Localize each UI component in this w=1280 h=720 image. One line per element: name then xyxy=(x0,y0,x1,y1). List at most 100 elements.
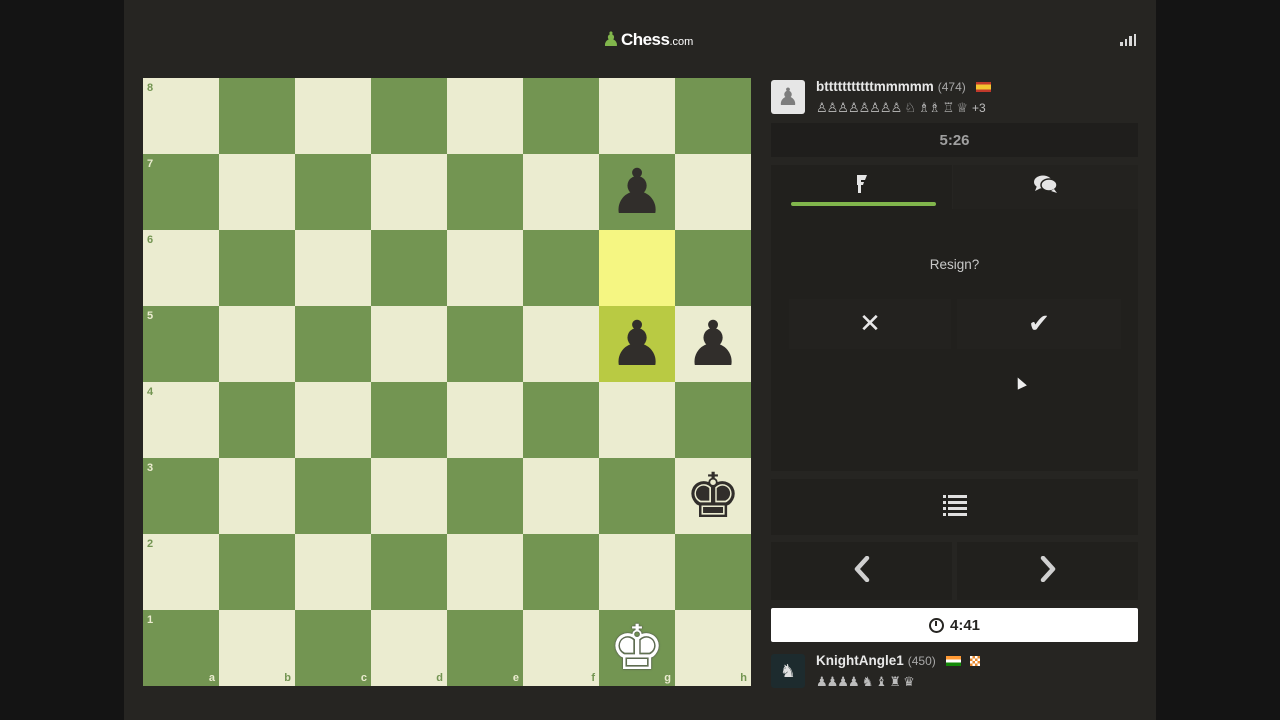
square-d6[interactable] xyxy=(371,230,447,306)
file-label: e xyxy=(512,672,519,684)
square-e7[interactable] xyxy=(447,154,523,230)
square-a4[interactable]: 4 xyxy=(143,382,219,458)
square-h7[interactable] xyxy=(675,154,751,230)
panel-tabs xyxy=(771,165,1138,209)
square-f1[interactable]: f xyxy=(523,610,599,686)
square-a3[interactable]: 3 xyxy=(143,458,219,534)
square-c8[interactable] xyxy=(295,78,371,154)
square-b6[interactable] xyxy=(219,230,295,306)
player-rating: (450) xyxy=(907,654,936,668)
opponent-rating: (474) xyxy=(937,80,966,94)
square-c7[interactable] xyxy=(295,154,371,230)
square-d7[interactable] xyxy=(371,154,447,230)
square-f3[interactable] xyxy=(523,458,599,534)
square-e2[interactable] xyxy=(447,534,523,610)
square-a8[interactable]: 8 xyxy=(143,78,219,154)
square-d5[interactable] xyxy=(371,306,447,382)
square-d4[interactable] xyxy=(371,382,447,458)
square-b8[interactable] xyxy=(219,78,295,154)
square-d2[interactable] xyxy=(371,534,447,610)
square-b5[interactable] xyxy=(219,306,295,382)
previous-move-button[interactable] xyxy=(771,542,952,600)
square-c4[interactable] xyxy=(295,382,371,458)
opponent-name[interactable]: btttttttttttmmmmm xyxy=(816,79,934,94)
square-g2[interactable] xyxy=(599,534,675,610)
black-pawn-piece[interactable]: ♟ xyxy=(599,306,675,382)
spain-flag-icon xyxy=(975,82,991,93)
square-h8[interactable] xyxy=(675,78,751,154)
square-a7[interactable]: 7 xyxy=(143,154,219,230)
square-g4[interactable] xyxy=(599,382,675,458)
tab-chat[interactable] xyxy=(953,165,1138,209)
square-c5[interactable] xyxy=(295,306,371,382)
square-e8[interactable] xyxy=(447,78,523,154)
square-a1[interactable]: 1a xyxy=(143,610,219,686)
square-c1[interactable]: c xyxy=(295,610,371,686)
white-king-piece[interactable]: ♚ xyxy=(599,610,675,686)
square-g8[interactable] xyxy=(599,78,675,154)
player-captured-pieces: ♟♟♟♟ ♞ ♝ ♜ ♛ xyxy=(816,675,915,690)
square-e6[interactable] xyxy=(447,230,523,306)
black-pawn-piece[interactable]: ♟ xyxy=(599,154,675,230)
file-label: d xyxy=(436,672,443,684)
square-b7[interactable] xyxy=(219,154,295,230)
square-c2[interactable] xyxy=(295,534,371,610)
square-h1[interactable]: h xyxy=(675,610,751,686)
close-icon: ✕ xyxy=(859,309,881,339)
square-h5[interactable]: ♟ xyxy=(675,306,751,382)
square-d3[interactable] xyxy=(371,458,447,534)
square-g3[interactable] xyxy=(599,458,675,534)
next-move-button[interactable] xyxy=(957,542,1138,600)
black-pawn-piece[interactable]: ♟ xyxy=(675,306,751,382)
chess-com-logo[interactable]: ♟ Chess .com xyxy=(602,28,693,52)
square-g5[interactable]: ♟ xyxy=(599,306,675,382)
player-name[interactable]: KnightAngle1 xyxy=(816,653,904,668)
square-g6[interactable] xyxy=(599,230,675,306)
side-panel: ♟ btttttttttttmmmmm (474) ♙♙♙♙♙♙♙♙ ♘ ♗♗ ♖… xyxy=(771,70,1138,720)
square-e1[interactable]: e xyxy=(447,610,523,686)
square-d1[interactable]: d xyxy=(371,610,447,686)
square-f6[interactable] xyxy=(523,230,599,306)
square-c3[interactable] xyxy=(295,458,371,534)
square-c6[interactable] xyxy=(295,230,371,306)
square-d8[interactable] xyxy=(371,78,447,154)
square-g7[interactable]: ♟ xyxy=(599,154,675,230)
top-bar: ♟ Chess .com xyxy=(124,0,1156,70)
cancel-resign-button[interactable]: ✕ xyxy=(789,299,951,349)
square-h4[interactable] xyxy=(675,382,751,458)
rank-label: 8 xyxy=(147,82,154,94)
square-e5[interactable] xyxy=(447,306,523,382)
square-e4[interactable] xyxy=(447,382,523,458)
square-f5[interactable] xyxy=(523,306,599,382)
file-label: a xyxy=(208,672,215,684)
list-icon xyxy=(942,494,967,521)
square-f4[interactable] xyxy=(523,382,599,458)
square-e3[interactable] xyxy=(447,458,523,534)
square-b3[interactable] xyxy=(219,458,295,534)
confirm-resign-button[interactable]: ✔ xyxy=(957,299,1121,349)
player-name-row: KnightAngle1 (450) xyxy=(816,653,981,668)
square-h3[interactable]: ♚ xyxy=(675,458,751,534)
square-b4[interactable] xyxy=(219,382,295,458)
player-clock: 4:41 xyxy=(771,608,1138,642)
square-h6[interactable] xyxy=(675,230,751,306)
square-b2[interactable] xyxy=(219,534,295,610)
square-a2[interactable]: 2 xyxy=(143,534,219,610)
active-tab-indicator xyxy=(791,202,936,206)
black-king-piece[interactable]: ♚ xyxy=(675,458,751,534)
square-g1[interactable]: g ♚ xyxy=(599,610,675,686)
opponent-avatar[interactable]: ♟ xyxy=(771,80,805,114)
square-f8[interactable] xyxy=(523,78,599,154)
square-f7[interactable] xyxy=(523,154,599,230)
opponent-captured-pieces: ♙♙♙♙♙♙♙♙ ♘ ♗♗ ♖ ♕ +3 xyxy=(816,101,986,116)
square-h2[interactable] xyxy=(675,534,751,610)
player-avatar[interactable]: ♞ xyxy=(771,654,805,688)
move-list-button[interactable] xyxy=(771,479,1138,535)
square-f2[interactable] xyxy=(523,534,599,610)
square-a6[interactable]: 6 xyxy=(143,230,219,306)
square-a5[interactable]: 5 xyxy=(143,306,219,382)
clock-icon xyxy=(928,617,944,633)
chess-board[interactable]: 8 7 ♟ 6 5 ♟ ♟ 4 3 ♚ 2 1 a b c d e f g ♚ h xyxy=(143,78,751,686)
square-b1[interactable]: b xyxy=(219,610,295,686)
tab-moves[interactable] xyxy=(771,165,952,209)
